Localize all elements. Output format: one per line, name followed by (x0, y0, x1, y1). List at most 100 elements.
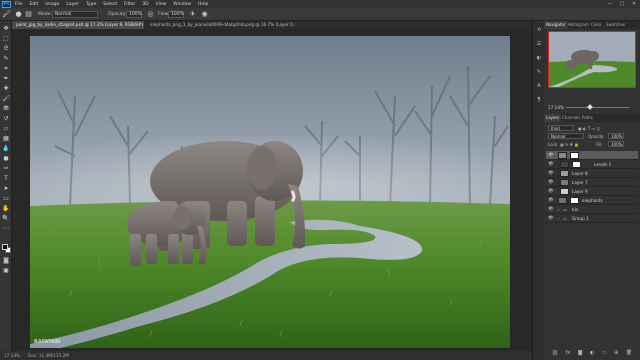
visibility-eye-icon[interactable]: 👁 (548, 160, 554, 169)
menu-select[interactable]: Select (103, 2, 117, 7)
paragraph-panel-icon[interactable]: ¶ (536, 97, 542, 103)
menu-type[interactable]: Type (86, 2, 96, 7)
shape-tool-icon[interactable]: ▭ (2, 195, 10, 203)
history-panel-icon[interactable]: ⟲ (536, 27, 542, 33)
navigator-zoom-slider[interactable] (566, 107, 630, 108)
adjustment-layer-icon[interactable]: ◐ (590, 350, 594, 358)
visibility-eye-icon[interactable]: 👁 (548, 196, 554, 205)
menu-help[interactable]: Help (198, 2, 208, 7)
menu-window[interactable]: Window (173, 2, 191, 7)
tab-elephants-png[interactable]: elephants_png_1_by_jeanvilo0009-d4abpfmb… (146, 21, 296, 29)
blend-mode-select[interactable]: Normal (548, 133, 584, 139)
layer-mask-thumbnail[interactable] (570, 152, 579, 159)
layer-name[interactable]: Levels 1 (594, 160, 611, 169)
tab-color[interactable]: Color (589, 21, 603, 29)
collapse-arrow-icon[interactable]: › (558, 214, 560, 223)
layer-row-layer7[interactable]: 👁 Layer 7 (546, 178, 638, 187)
clone-stamp-tool-icon[interactable]: ⛃ (2, 105, 10, 113)
menu-edit[interactable]: Edit (30, 2, 39, 7)
lasso-tool-icon[interactable]: ᘓ (2, 45, 10, 53)
menu-3d[interactable]: 3D (142, 2, 148, 7)
delete-layer-icon[interactable]: 🗑 (626, 350, 632, 358)
filter-kind-select[interactable]: Kind (548, 125, 574, 131)
tab-paths[interactable]: Paths (580, 114, 595, 122)
foreground-color-swatch[interactable] (2, 244, 8, 250)
layer-opacity-input[interactable]: 100% (608, 133, 624, 139)
tab-layers[interactable]: Layers (544, 114, 562, 122)
layer-name[interactable]: Layer 7 (572, 178, 588, 187)
fill-input[interactable]: 100% (608, 141, 624, 147)
visibility-eye-icon[interactable]: 👁 (548, 169, 554, 178)
layer-name[interactable]: bin (572, 205, 578, 214)
more-tools-icon[interactable]: ⋯ (2, 225, 10, 233)
pressure-opacity-icon[interactable]: ◎ (146, 10, 155, 19)
pressure-size-icon[interactable]: ◉ (200, 10, 209, 19)
new-layer-icon[interactable]: ⊞ (614, 350, 618, 358)
history-brush-tool-icon[interactable]: ↺ (2, 115, 10, 123)
navigator-preview[interactable] (548, 31, 636, 88)
layer-row-group1[interactable]: 👁 › ▭ Group 1 (546, 214, 638, 223)
visibility-eye-icon[interactable]: 👁 (548, 151, 554, 160)
menu-view[interactable]: View (156, 2, 167, 7)
path-select-tool-icon[interactable]: ➤ (2, 185, 10, 193)
dodge-tool-icon[interactable]: ● (2, 155, 10, 163)
gradient-tool-icon[interactable]: ▦ (2, 135, 10, 143)
eyedropper-tool-icon[interactable]: ✒ (2, 75, 10, 83)
visibility-eye-icon[interactable]: 👁 (548, 214, 554, 223)
collapse-arrow-icon[interactable]: › (558, 205, 560, 214)
brush-panel-icon[interactable]: ▤ (24, 10, 33, 19)
layer-style-icon[interactable]: fx (566, 350, 571, 358)
healing-tool-icon[interactable]: ✚ (2, 85, 10, 93)
new-group-icon[interactable]: ▭ (602, 350, 607, 358)
visibility-eye-icon[interactable]: 👁 (548, 205, 554, 214)
visibility-eye-icon[interactable]: 👁 (548, 187, 554, 196)
navigator-slider-knob[interactable] (587, 104, 593, 110)
airbrush-icon[interactable]: ✈ (188, 10, 197, 19)
brush-tool-icon[interactable]: 🖌 (2, 95, 10, 103)
layer-row-levels[interactable]: 👁 Levels 1 (546, 160, 638, 169)
add-mask-icon[interactable]: ◙ (578, 350, 583, 358)
menu-filter[interactable]: Filter (124, 2, 135, 7)
navigator-zoom[interactable]: 17.14% (548, 105, 564, 110)
layer-name[interactable]: elephants (582, 196, 603, 205)
layer-name[interactable]: Group 1 (572, 214, 589, 223)
layer-row-bin[interactable]: 👁 › ▭ bin (546, 205, 638, 214)
visibility-eye-icon[interactable]: 👁 (548, 178, 554, 187)
menu-layer[interactable]: Layer (66, 2, 79, 7)
tab-swatches[interactable]: Swatches (604, 21, 627, 29)
brush-preset-icon[interactable]: ● (14, 10, 23, 19)
layer-filter-icons[interactable]: ▣ ◐ T ▭ ◫ (578, 126, 600, 131)
blur-tool-icon[interactable]: 💧 (2, 145, 10, 153)
brush-panel-icon[interactable]: ✎ (536, 69, 542, 75)
layer-row-layer9[interactable]: 👁 Layer 9 (546, 187, 638, 196)
screen-mode-icon[interactable]: ▣ (2, 267, 10, 275)
lock-icons[interactable]: ▦ ✎ ✥ 🔒 (560, 142, 579, 147)
marquee-tool-icon[interactable]: ⬚ (2, 35, 10, 43)
pen-tool-icon[interactable]: ✑ (2, 165, 10, 173)
hand-tool-icon[interactable]: ✋ (2, 205, 10, 213)
tab-navigator[interactable]: Navigator (544, 21, 568, 29)
tab-histogram[interactable]: Histogram (566, 21, 591, 29)
flow-input[interactable]: 100% (168, 11, 184, 18)
minimize-button[interactable]: — (604, 0, 616, 8)
zoom-tool-icon[interactable]: 🔍 (2, 215, 10, 223)
character-panel-icon[interactable]: A (536, 83, 542, 89)
layer-row-elephants[interactable]: 👁 elephants (546, 196, 638, 205)
layer-row-active[interactable]: 👁 (546, 151, 638, 160)
layer-row-layer8[interactable]: 👁 Layer 8 (546, 169, 638, 178)
type-tool-icon[interactable]: T (2, 175, 10, 183)
menu-image[interactable]: Image (45, 2, 59, 7)
tab-point-psd[interactable]: point_jpg_by_liadie_d5ajyk4.psd @ 17.3% … (12, 21, 144, 29)
layer-name[interactable]: Layer 8 (572, 169, 588, 178)
link-layers-icon[interactable]: ⛓ (552, 350, 558, 358)
maximize-button[interactable]: □ (616, 0, 628, 8)
adjustments-panel-icon[interactable]: ◐ (536, 55, 542, 61)
eraser-tool-icon[interactable]: ▱ (2, 125, 10, 133)
move-tool-icon[interactable]: ✥ (2, 25, 10, 33)
menu-file[interactable]: File (15, 2, 23, 7)
quick-mask-icon[interactable]: ◙ (2, 257, 10, 265)
crop-tool-icon[interactable]: ⌗ (2, 65, 10, 73)
layer-name[interactable]: Layer 9 (572, 187, 588, 196)
mode-select[interactable]: Normal (52, 11, 98, 18)
layer-mask-thumbnail[interactable] (570, 197, 579, 204)
